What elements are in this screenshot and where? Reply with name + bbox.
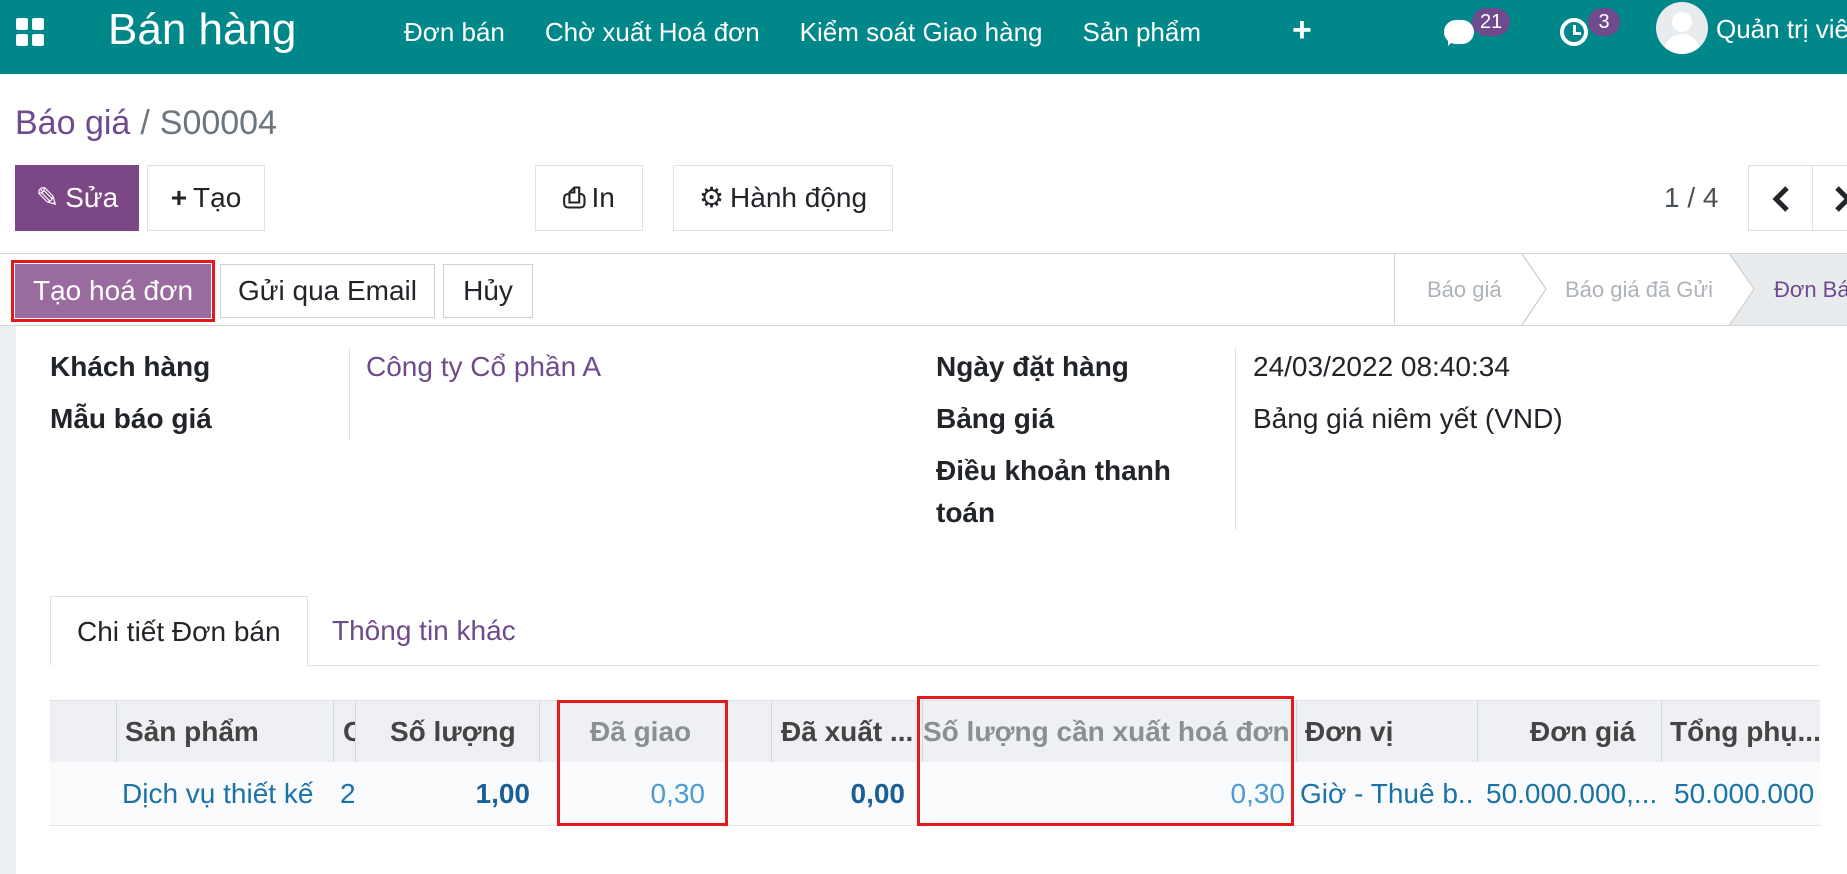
col-subtotal[interactable]: Tổng phụ... [1670, 701, 1820, 763]
breadcrumb-parent[interactable]: Báo giá [15, 104, 130, 142]
cell-invoiced[interactable]: 0,00 [780, 762, 906, 826]
menu-item-orders[interactable]: Đơn bán [384, 12, 525, 52]
col-unit-price[interactable]: Đơn giá [1530, 701, 1660, 763]
form-sheet: Khách hàng Mẫu báo giá Công ty Cổ phần A… [0, 326, 1847, 874]
avatar[interactable] [1656, 2, 1708, 54]
menu-item-delivery-control[interactable]: Kiểm soát Giao hàng [780, 12, 1063, 52]
chevron-left-icon [1772, 186, 1789, 212]
cell-product[interactable]: Dịch vụ thiết kế [122, 762, 327, 826]
pager-value: 1 / 4 [1664, 182, 1719, 213]
print-button[interactable]: ⎙ In [535, 165, 643, 231]
cell-uom[interactable]: Giờ - Thuê b... [1300, 762, 1472, 826]
menu-item-to-invoice[interactable]: Chờ xuất Hoá đơn [525, 12, 780, 52]
tab-other-info[interactable]: Thông tin khác [306, 596, 542, 666]
cell-quantity[interactable]: 1,00 [355, 762, 531, 826]
previous-record-button[interactable] [1748, 165, 1814, 231]
activities-badge: 3 [1588, 8, 1620, 36]
menu-item-products[interactable]: Sản phẩm [1062, 12, 1221, 52]
gear-icon: ⚙ [698, 182, 725, 213]
chat-icon [1444, 20, 1474, 46]
customer-label: Khách hàng [50, 351, 211, 382]
order-date-value[interactable]: 24/03/2022 08:40:34 [1253, 346, 1510, 388]
plus-icon: + [170, 182, 188, 213]
status-bar: Tạo hoá đơn Gửi qua Email Hủy Báo giá Bá… [0, 253, 1847, 326]
stage-sales-order[interactable]: Đơn Bán [1774, 254, 1847, 325]
to-invoice-highlight [917, 696, 1294, 826]
apps-grid-icon[interactable] [16, 18, 44, 46]
customer-value[interactable]: Công ty Cổ phần A [366, 346, 601, 388]
chevron-right-icon [1835, 186, 1847, 212]
cell-description[interactable]: 2 [340, 762, 354, 826]
payment-terms-label: Điều khoản thanh [936, 455, 1171, 486]
col-description[interactable]: C [343, 701, 355, 763]
create-invoice-button[interactable]: Tạo hoá đơn [11, 260, 215, 322]
send-email-button[interactable]: Gửi qua Email [220, 264, 435, 318]
delivered-highlight [557, 700, 728, 826]
messages-badge: 21 [1472, 8, 1511, 36]
pricelist-label: Bảng giá [936, 403, 1055, 434]
pricelist-value[interactable]: Bảng giá niêm yết (VND) [1253, 398, 1563, 440]
cell-unit-price[interactable]: 50.000.000,... [1486, 762, 1656, 826]
breadcrumb-current: S00004 [159, 104, 278, 142]
quotation-template-label: Mẫu báo giá [50, 403, 212, 434]
edit-button[interactable]: ✎ Sửa [15, 165, 139, 231]
order-date-label: Ngày đặt hàng [936, 351, 1129, 382]
main-menu: Đơn bán Chờ xuất Hoá đơn Kiểm soát Giao … [384, 12, 1221, 52]
pencil-icon: ✎ [35, 182, 60, 213]
top-navbar: Bán hàng Đơn bán Chờ xuất Hoá đơn Kiểm s… [0, 0, 1847, 74]
stage-quotation[interactable]: Báo giá [1427, 254, 1502, 325]
col-product[interactable]: Sản phẩm [125, 701, 325, 763]
app-brand[interactable]: Bán hàng [108, 2, 296, 58]
tab-order-lines[interactable]: Chi tiết Đơn bán [50, 596, 308, 666]
action-button[interactable]: ⚙ Hành động [673, 165, 893, 231]
print-icon: ⎙ [563, 182, 586, 213]
col-quantity[interactable]: Số lượng [390, 701, 530, 763]
breadcrumb-separator: / [140, 104, 150, 142]
col-invoiced[interactable]: Đã xuất ... [781, 701, 917, 763]
cell-subtotal[interactable]: 50.000.000 [1674, 762, 1820, 826]
stage-quotation-sent[interactable]: Báo giá đã Gửi [1565, 254, 1713, 325]
create-button[interactable]: + Tạo [147, 165, 265, 231]
payment-terms-label-line2: toán [936, 497, 996, 528]
clock-icon [1560, 18, 1588, 46]
next-record-button[interactable] [1812, 165, 1847, 231]
plus-icon[interactable]: + [1292, 8, 1312, 52]
notebook-tabs: Chi tiết Đơn bán Thông tin khác [50, 596, 1820, 666]
cancel-button[interactable]: Hủy [443, 264, 533, 318]
breadcrumb: Báo giá / S00004 [15, 100, 277, 146]
user-name[interactable]: Quản trị viê [1716, 12, 1847, 46]
col-uom[interactable]: Đơn vị [1305, 701, 1475, 763]
